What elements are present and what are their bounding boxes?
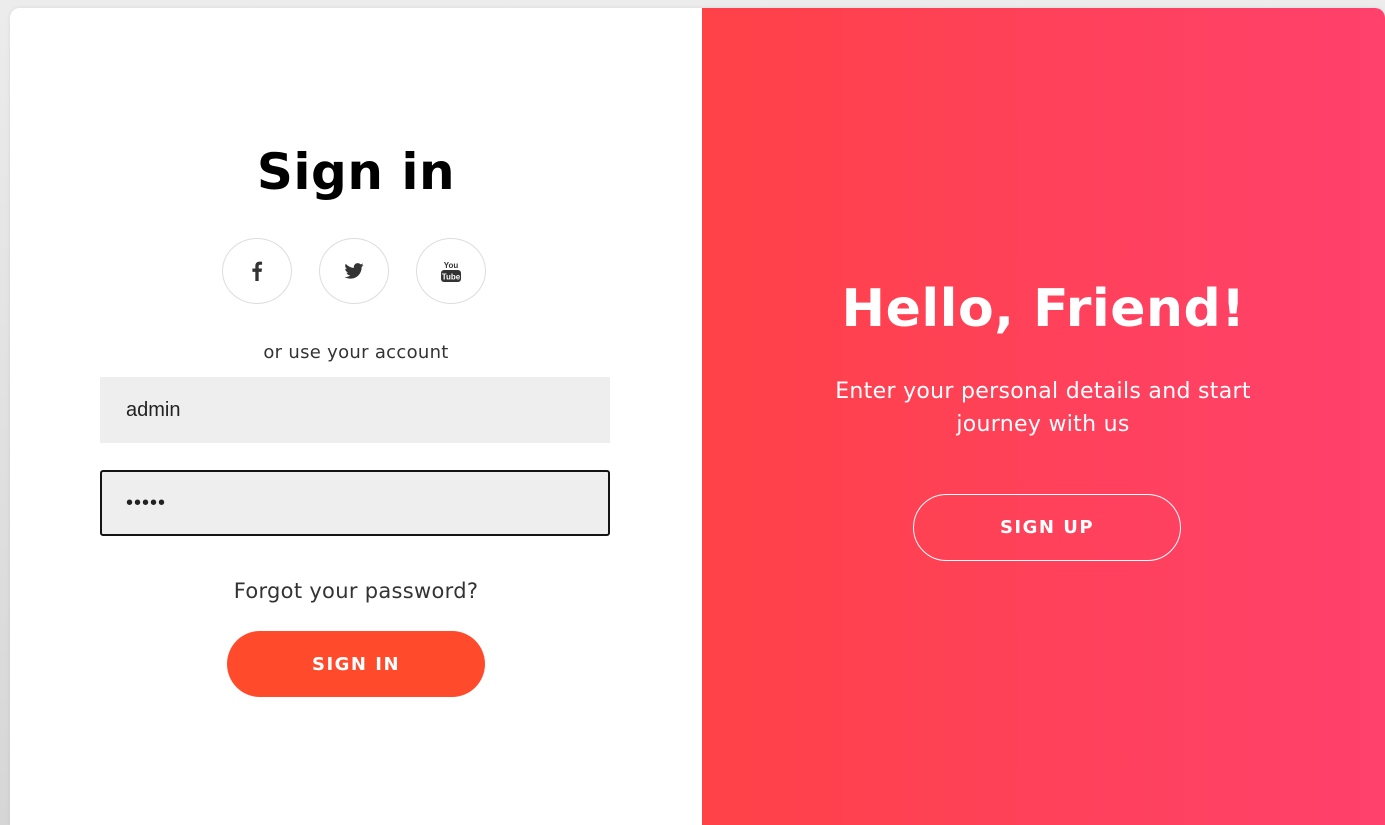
- youtube-button[interactable]: You Tube: [416, 238, 486, 304]
- sign-in-panel: Sign in You Tube or use your account adm…: [10, 8, 702, 825]
- youtube-icon: You Tube: [441, 261, 461, 282]
- svg-text:Tube: Tube: [442, 273, 461, 282]
- or-use-account-text: or use your account: [263, 342, 449, 363]
- sign-in-button[interactable]: SIGN IN: [227, 631, 485, 697]
- facebook-icon: [252, 261, 263, 281]
- password-input[interactable]: [100, 470, 610, 536]
- twitter-icon: [344, 263, 364, 279]
- svg-text:You: You: [444, 261, 459, 270]
- username-input[interactable]: [100, 377, 610, 443]
- sign-in-title: Sign in: [256, 143, 456, 201]
- page-background: Sign in You Tube or use your account adm…: [0, 0, 1385, 825]
- login-container: Sign in You Tube or use your account adm…: [10, 8, 1385, 825]
- facebook-button[interactable]: [222, 238, 292, 304]
- overlay-subtitle: Enter your personal details and start jo…: [835, 379, 1251, 437]
- twitter-button[interactable]: [319, 238, 389, 304]
- overlay-title: Hello, Friend!: [841, 279, 1246, 339]
- forgot-password-link[interactable]: Forgot your password?: [10, 577, 702, 605]
- sign-up-button[interactable]: SIGN UP: [913, 494, 1181, 561]
- overlay-panel: Hello, Friend! Enter your personal detai…: [702, 8, 1385, 825]
